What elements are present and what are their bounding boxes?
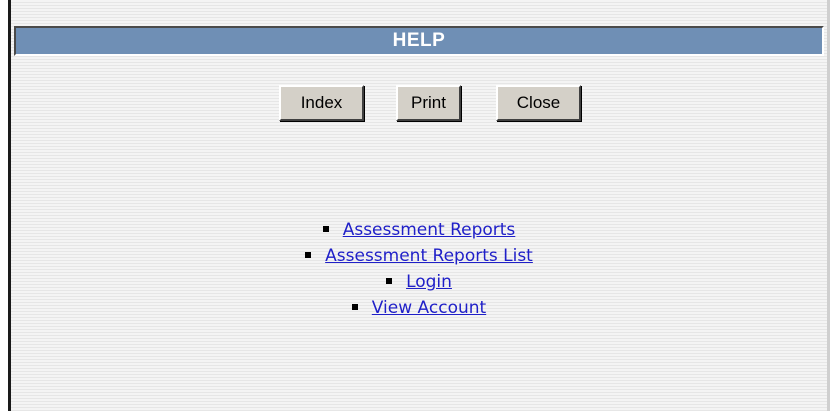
bullet-icon: [305, 252, 312, 258]
bullet-icon: [351, 304, 358, 310]
help-title-bar: HELP: [14, 26, 824, 56]
assessment-reports-link[interactable]: Assessment Reports: [343, 220, 516, 240]
close-button[interactable]: Close: [496, 85, 581, 121]
index-button[interactable]: Index: [279, 85, 364, 121]
bullet-icon: [386, 278, 393, 284]
bullet-icon: [322, 226, 329, 232]
list-item: Login: [11, 269, 827, 295]
print-button[interactable]: Print: [396, 85, 461, 121]
help-topics-list: Assessment Reports Assessment Reports Li…: [11, 217, 827, 321]
help-window: HELP Index Print Close Assessment Report…: [8, 0, 830, 411]
view-account-link[interactable]: View Account: [372, 298, 486, 318]
list-item: Assessment Reports: [11, 217, 827, 243]
list-item: Assessment Reports List: [11, 243, 827, 269]
login-link[interactable]: Login: [406, 272, 452, 292]
assessment-reports-list-link[interactable]: Assessment Reports List: [325, 246, 533, 266]
list-item: View Account: [11, 295, 827, 321]
